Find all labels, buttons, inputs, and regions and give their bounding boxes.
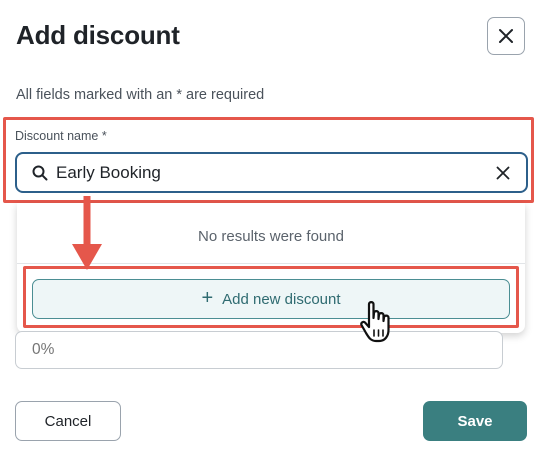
annotation-arrow-icon	[72, 196, 102, 270]
annotation-highlight-add-button	[23, 266, 519, 328]
search-icon	[32, 165, 48, 181]
save-button[interactable]: Save	[423, 401, 527, 441]
required-fields-note: All fields marked with an * are required	[16, 87, 265, 103]
discount-name-input[interactable]	[56, 160, 476, 186]
discount-name-label: Discount name *	[15, 129, 107, 143]
close-icon[interactable]	[495, 165, 511, 181]
discount-value-input[interactable]	[15, 331, 503, 369]
close-dialog-button[interactable]	[487, 17, 525, 55]
cancel-button[interactable]: Cancel	[15, 401, 121, 441]
discount-name-field[interactable]	[15, 152, 528, 193]
add-discount-dialog: Add discount All fields marked with an *…	[0, 0, 540, 457]
close-icon	[499, 29, 513, 43]
dialog-title: Add discount	[16, 20, 180, 50]
hand-pointer-cursor-icon	[360, 301, 390, 343]
